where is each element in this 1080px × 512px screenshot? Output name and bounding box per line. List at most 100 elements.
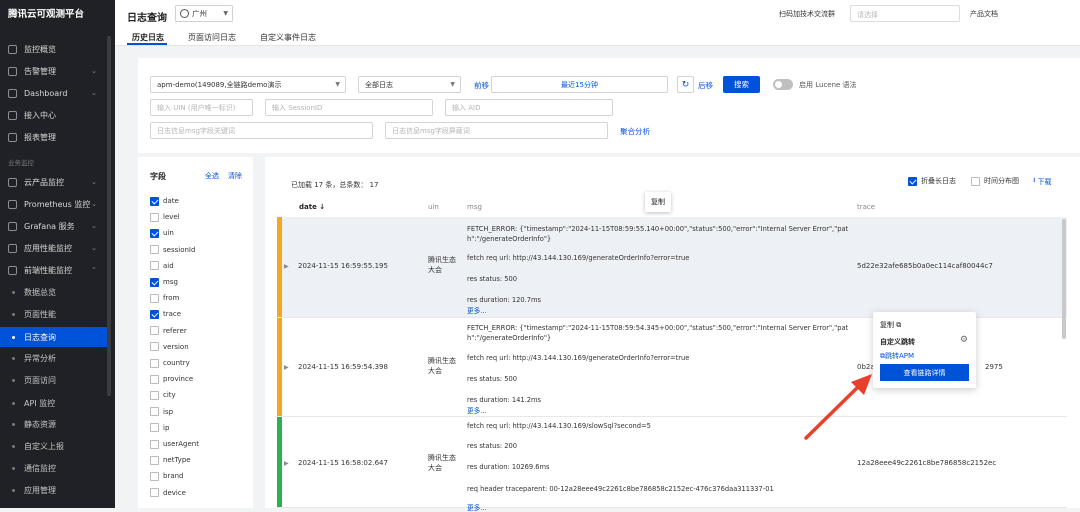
field-checkbox[interactable] (150, 326, 159, 336)
fold-long-log-option[interactable]: 折叠长日志 (908, 176, 956, 186)
field-checkbox[interactable] (150, 455, 159, 465)
sidebar-subitem-4[interactable]: 页面访问 (0, 370, 107, 390)
view-trace-detail-button[interactable]: 查看链路详情 (880, 364, 969, 381)
sidebar-item-0[interactable]: 监控概览 (0, 39, 115, 59)
more-link[interactable]: 更多... (467, 502, 487, 512)
more-link[interactable]: 更多... (467, 305, 487, 315)
cell-trace[interactable]: 0b2a (857, 363, 875, 371)
qr-group-text[interactable]: 扫码加技术交流群 (779, 9, 835, 19)
time-distribution-option[interactable]: 时间分布图 (971, 176, 1019, 186)
field-option[interactable]: from (150, 291, 179, 305)
field-checkbox[interactable] (150, 196, 159, 206)
time-distribution-checkbox[interactable] (971, 176, 980, 186)
field-option[interactable]: referer (150, 324, 187, 338)
field-option[interactable]: aid (150, 259, 174, 273)
clear-link[interactable]: 清除 (228, 171, 242, 181)
table-row[interactable]: ▶ 2024-11-15 16:58:02.647 腾讯生态大会 fetch req … (277, 417, 1067, 512)
cell-trace[interactable]: 5d22e32afe685b0a0ec114caf80044c7 (857, 262, 993, 270)
time-range-picker[interactable]: 最近15分钟 (491, 76, 668, 93)
search-button[interactable]: 搜索 (723, 76, 760, 93)
field-option[interactable]: netType (150, 453, 191, 467)
sidebar-item-2[interactable]: Dashboard ⌄ (0, 83, 115, 103)
uin-input[interactable]: 输入 UIN (用户唯一标识) (150, 99, 253, 116)
expand-arrow-icon[interactable]: ▶ (284, 364, 289, 371)
sidebar-item-1[interactable]: 告警管理 ⌄ (0, 61, 115, 81)
gear-icon[interactable]: ⚙ (960, 335, 968, 345)
field-option[interactable]: ip (150, 421, 169, 435)
table-scrollbar[interactable] (1062, 219, 1066, 339)
expand-arrow-icon[interactable]: ▶ (284, 460, 289, 467)
field-option[interactable]: isp (150, 405, 173, 419)
field-checkbox[interactable] (150, 488, 159, 498)
field-checkbox[interactable] (150, 342, 159, 352)
refresh-icon[interactable]: ↻ (677, 76, 694, 93)
field-checkbox[interactable] (150, 277, 159, 287)
aid-input[interactable]: 输入 AID (445, 99, 613, 116)
field-checkbox[interactable] (150, 212, 159, 222)
field-option[interactable]: level (150, 210, 180, 224)
sidebar-subitem-3[interactable]: 异常分析 (0, 348, 107, 368)
field-option[interactable]: sessionId (150, 243, 195, 257)
field-option[interactable]: version (150, 340, 189, 354)
field-checkbox[interactable] (150, 390, 159, 400)
field-checkbox[interactable] (150, 293, 159, 303)
msg-keyword-input[interactable]: 日志信息msg字段关键词 (150, 122, 373, 139)
sidebar-scrollbar[interactable] (107, 36, 111, 396)
sidebar-item-group-2[interactable]: Grafana 服务 ⌄ (0, 216, 115, 236)
sidebar-item-group-0[interactable]: 云产品监控 ⌄ (0, 172, 115, 192)
sidebar-item-group-4[interactable]: 前端性能监控 ⌃ (0, 260, 115, 280)
tab-page-visit-log[interactable]: 页面访问日志 (188, 32, 236, 43)
field-checkbox[interactable] (150, 407, 159, 417)
session-id-input[interactable]: 输入 SessionID (265, 99, 433, 116)
sidebar-item-group-3[interactable]: 应用性能监控 ⌄ (0, 238, 115, 258)
field-checkbox[interactable] (150, 439, 159, 449)
field-option[interactable]: userAgent (150, 437, 199, 451)
field-checkbox[interactable] (150, 228, 159, 238)
sidebar-item-3[interactable]: 接入中心 (0, 105, 115, 125)
field-option[interactable]: device (150, 486, 186, 500)
region-select[interactable]: 广州 ▼ (175, 5, 233, 22)
field-checkbox[interactable] (150, 309, 159, 319)
msg-exclude-input[interactable]: 日志信息msg字段屏蔽词 (385, 122, 608, 139)
field-option[interactable]: province (150, 372, 193, 386)
field-option[interactable]: country (150, 356, 190, 370)
field-checkbox[interactable] (150, 358, 159, 368)
table-row[interactable]: ▶ 2024-11-15 16:59:55.195 腾讯生态大会 FETCH_ERRO… (277, 217, 1067, 318)
field-option[interactable]: brand (150, 469, 184, 483)
log-type-select[interactable]: 全部日志 ▼ (358, 76, 461, 93)
sidebar-subitem-1[interactable]: 页面性能 (0, 304, 107, 324)
sidebar-subitem-8[interactable]: 通信监控 (0, 458, 107, 478)
field-option[interactable]: trace (150, 307, 181, 321)
download-button[interactable]: ⭳ 下载 (1033, 176, 1051, 187)
field-checkbox[interactable] (150, 261, 159, 271)
column-header-uin[interactable]: uin (428, 203, 439, 211)
aggregate-analysis-link[interactable]: 聚合分析 (620, 126, 650, 137)
sidebar-subitem-0[interactable]: 数据总览 (0, 282, 107, 302)
column-header-msg[interactable]: msg (467, 203, 482, 211)
select-all-link[interactable]: 全选 (205, 171, 219, 181)
field-option[interactable]: date (150, 194, 179, 208)
sidebar-subitem-7[interactable]: 自定义上报 (0, 436, 107, 456)
field-option[interactable]: msg (150, 275, 178, 289)
field-checkbox[interactable] (150, 374, 159, 384)
field-checkbox[interactable] (150, 245, 159, 255)
sidebar-subitem-6[interactable]: 静态资源 (0, 414, 107, 434)
product-select[interactable]: 请选择 (850, 5, 960, 22)
product-docs-link[interactable]: 产品文档 (970, 9, 998, 19)
tab-history-log[interactable]: 历史日志 (132, 32, 164, 43)
next-button[interactable]: 后移 (698, 80, 713, 91)
copy-action[interactable]: 复制 ⧉ (880, 320, 901, 330)
project-select[interactable]: apm-demo(149089,全链路demo演示 ▼ (150, 76, 346, 93)
jump-apm-link[interactable]: ⧉跳转APM (880, 351, 914, 361)
more-link[interactable]: 更多... (467, 405, 487, 415)
lucene-toggle[interactable] (773, 79, 793, 90)
sidebar-item-group-1[interactable]: Prometheus 监控 ⌄ (0, 194, 115, 214)
tab-custom-event-log[interactable]: 自定义事件日志 (260, 32, 316, 43)
field-checkbox[interactable] (150, 471, 159, 481)
column-header-trace[interactable]: trace (857, 203, 875, 211)
fold-long-log-checkbox[interactable] (908, 176, 917, 186)
sidebar-subitem-2[interactable]: 日志查询 (0, 327, 107, 347)
sidebar-subitem-9[interactable]: 应用管理 (0, 480, 107, 500)
field-checkbox[interactable] (150, 423, 159, 433)
cell-trace[interactable]: 12a28eee49c2261c8be786858c2152ec (857, 459, 996, 467)
